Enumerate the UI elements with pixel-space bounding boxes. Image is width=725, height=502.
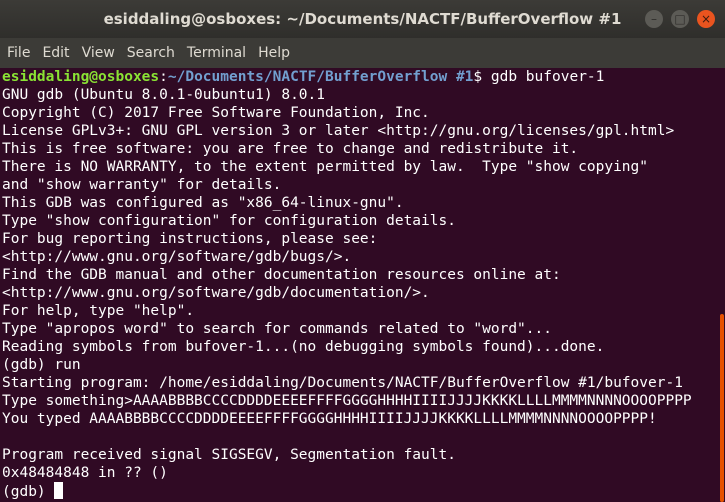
current-prompt-line[interactable]: (gdb) [2,482,715,500]
output-line: <http://www.gnu.org/software/gdb/documen… [2,285,430,301]
prompt-separator: : [159,69,168,85]
output-line: <http://www.gnu.org/software/gdb/bugs/>. [2,249,352,265]
window-controls: – □ × [645,10,715,28]
window-title: esiddaling@osboxes: ~/Documents/NACTF/Bu… [103,10,622,28]
output-line: This GDB was configured as "x86_64-linux… [2,195,404,211]
title-bar[interactable]: esiddaling@osboxes: ~/Documents/NACTF/Bu… [0,0,725,38]
terminal-window: esiddaling@osboxes: ~/Documents/NACTF/Bu… [0,0,725,502]
output-line: Starting program: /home/esiddaling/Docum… [2,375,683,391]
output-line: Type "apropos word" to search for comman… [2,321,552,337]
output-line: Find the GDB manual and other documentat… [2,267,561,283]
output-line: and "show warranty" for details. [2,177,282,193]
output-line: You typed AAAABBBBCCCCDDDDEEEEFFFFGGGGHH… [2,411,657,427]
output-line: Copyright (C) 2017 Free Software Foundat… [2,105,430,121]
command-text: gdb bufover-1 [490,69,605,85]
output-line: (gdb) run [2,357,81,373]
prompt-symbol: $ [473,69,491,85]
command-line: esiddaling@osboxes:~/Documents/NACTF/Buf… [2,68,715,86]
output-lines: GNU gdb (Ubuntu 8.0.1-0ubuntu1) 8.0.1 Cop… [2,86,715,482]
output-line: Program received signal SIGSEGV, Segment… [2,447,456,463]
text-cursor [54,482,64,499]
scrollbar-thumb[interactable] [720,314,724,502]
output-line: Reading symbols from bufover-1...(no deb… [2,339,605,355]
menu-terminal[interactable]: Terminal [186,45,253,61]
output-line: For bug reporting instructions, please s… [2,231,378,247]
maximize-button[interactable]: □ [671,10,689,28]
menu-file[interactable]: File [6,45,37,61]
output-line: For help, type "help". [2,303,195,319]
menu-bar: File Edit View Search Terminal Help [0,38,725,68]
scrollbar[interactable] [715,68,725,502]
output-line: There is NO WARRANTY, to the extent perm… [2,159,649,175]
output-line: This is free software: you are free to c… [2,141,579,157]
output-line: 0x48484848 in ?? () [2,465,168,481]
gdb-prompt: (gdb) [2,484,55,500]
menu-help[interactable]: Help [257,45,297,61]
terminal-output[interactable]: esiddaling@osboxes:~/Documents/NACTF/Buf… [0,68,715,502]
output-line: Type something>AAAABBBBCCCCDDDDEEEEFFFFG… [2,393,692,409]
minimize-button[interactable]: – [645,10,663,28]
menu-edit[interactable]: Edit [41,45,76,61]
output-line: GNU gdb (Ubuntu 8.0.1-0ubuntu1) 8.0.1 [2,87,326,103]
prompt-user: esiddaling@osboxes [2,69,160,85]
menu-search[interactable]: Search [126,45,182,61]
output-line: License GPLv3+: GNU GPL version 3 or lat… [2,123,675,139]
output-line: Type "show configuration" for configurat… [2,213,456,229]
prompt-path: ~/Documents/NACTF/BufferOverflow #1 [167,69,474,85]
menu-view[interactable]: View [81,45,122,61]
close-button[interactable]: × [697,10,715,28]
